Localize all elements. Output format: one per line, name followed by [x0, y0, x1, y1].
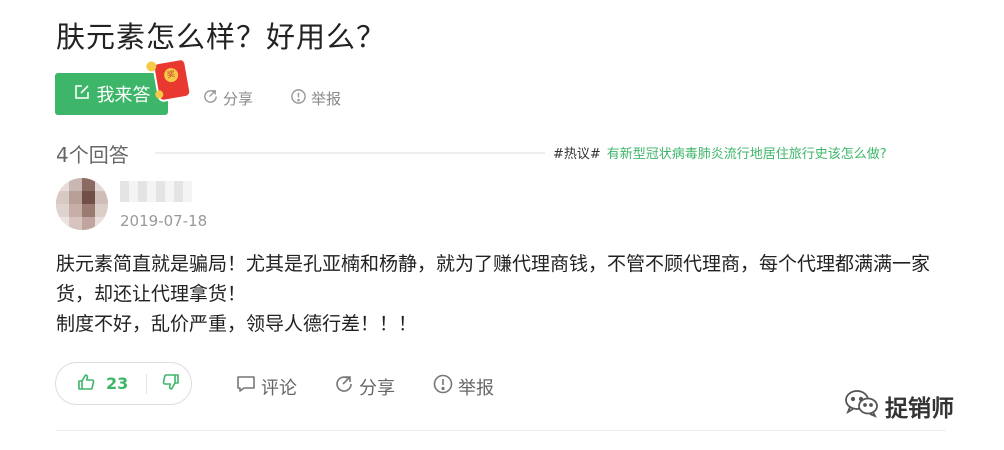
answer-paragraph: 制度不好，乱价严重，领导人德行差！！！ [56, 313, 418, 335]
divider [56, 430, 946, 431]
hot-topic[interactable]: #热议# 有新型冠状病毒肺炎流行地居住旅行史该怎么做? [553, 143, 887, 162]
divider [155, 152, 545, 154]
wechat-icon [843, 388, 879, 424]
report-button[interactable]: 举报 [290, 88, 341, 109]
answer-content: 肤元素简直就是骗局！尤其是孔亚楠和杨静，就为了赚代理商钱，不管不顾代理商，每个代… [56, 249, 956, 339]
share-button[interactable]: 分享 [202, 88, 253, 109]
share-answer-button[interactable]: 分享 [333, 373, 395, 400]
warning-icon [290, 88, 307, 109]
hot-topic-link[interactable]: 有新型冠状病毒肺炎流行地居住旅行史该怎么做? [607, 147, 887, 162]
answer-paragraph: 肤元素简直就是骗局！尤其是孔亚楠和杨静，就为了赚代理商钱，不管不顾代理商，每个代… [56, 253, 931, 305]
avatar[interactable] [56, 178, 108, 230]
dislike-button[interactable] [161, 372, 181, 396]
watermark-text: 捉销师 [885, 396, 954, 422]
edit-icon [73, 83, 91, 106]
comment-icon [235, 373, 257, 400]
answer-count: 4个回答 [56, 143, 129, 167]
hot-topic-tag[interactable]: #热议# [553, 147, 601, 162]
comment-button[interactable]: 评论 [235, 373, 297, 400]
thumbs-down-icon [161, 372, 181, 396]
red-packet-icon[interactable]: 奖 [145, 59, 190, 101]
answer-button-label: 我来答 [96, 85, 151, 106]
comment-label: 评论 [261, 377, 297, 399]
report-label: 举报 [311, 90, 342, 108]
share-label: 分享 [223, 90, 254, 108]
answer-button[interactable]: 我来答 [55, 73, 168, 115]
question-title: 肤元素怎么样？好用么？ [56, 20, 387, 54]
share-icon [202, 88, 219, 109]
report-answer-label: 举报 [458, 377, 494, 399]
share-icon [333, 373, 355, 400]
share-answer-label: 分享 [359, 377, 395, 399]
username-blurred[interactable] [120, 181, 192, 202]
warning-icon [432, 373, 454, 400]
answer-date: 2019-07-18 [120, 212, 208, 230]
thumbs-up-icon [76, 372, 96, 396]
vote-separator [146, 373, 148, 394]
vote-box: 23 [55, 362, 192, 405]
like-count: 23 [106, 374, 129, 393]
report-answer-button[interactable]: 举报 [432, 373, 494, 400]
like-button[interactable]: 23 [56, 372, 128, 396]
watermark: 捉销师 [843, 388, 954, 424]
